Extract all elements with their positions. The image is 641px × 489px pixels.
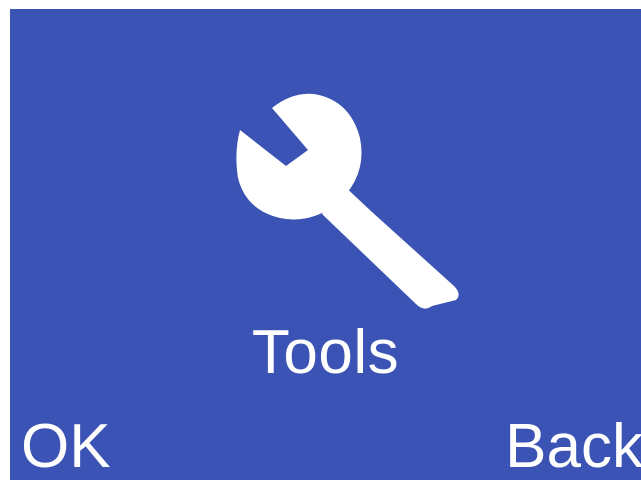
menu-title: Tools: [251, 318, 400, 387]
wrench-icon: [222, 86, 462, 316]
back-softkey[interactable]: Back: [505, 411, 641, 480]
phone-screen: Tools OK Back: [10, 9, 641, 480]
ok-softkey[interactable]: OK: [21, 411, 111, 480]
